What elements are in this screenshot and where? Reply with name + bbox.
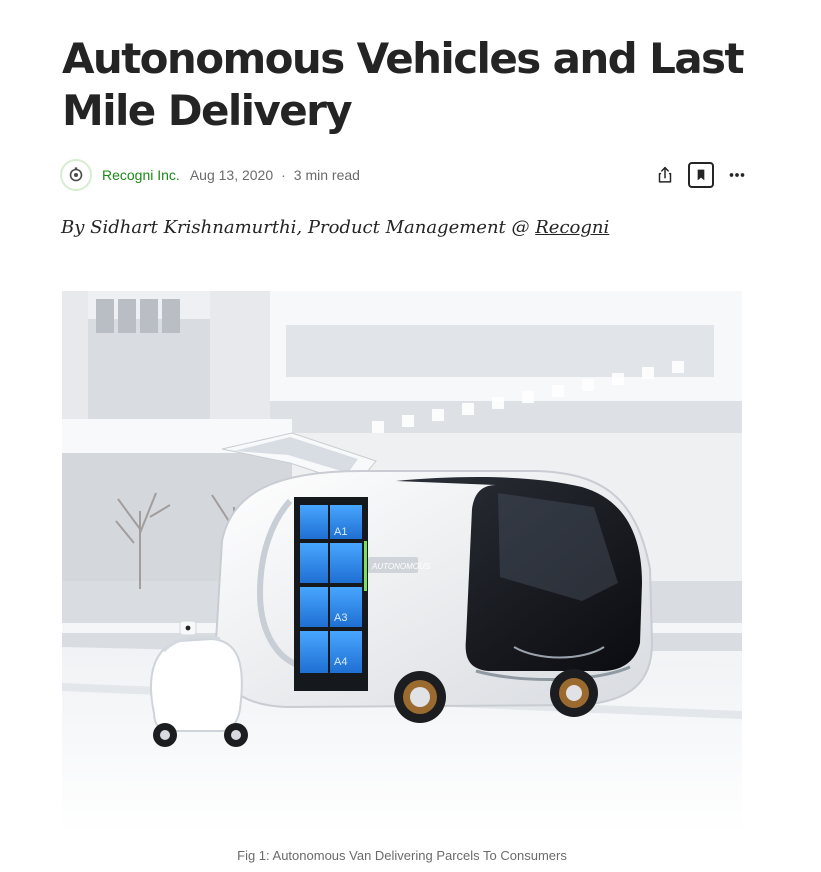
meta-separator: · bbox=[281, 167, 286, 183]
autonomous-delivery-illustration: A1 A3 A4 AUTONOMOUS bbox=[62, 291, 742, 835]
publication-avatar[interactable] bbox=[60, 159, 92, 191]
publish-date: Aug 13, 2020 bbox=[189, 167, 274, 183]
recogni-link[interactable]: Recogni bbox=[535, 217, 609, 238]
hero-image: A1 A3 A4 AUTONOMOUS bbox=[62, 291, 742, 835]
recogni-logo-icon bbox=[69, 167, 83, 182]
article-page: Autonomous Vehicles and Last Mile Delive… bbox=[0, 0, 821, 872]
locker-a1-label: A1 bbox=[334, 526, 347, 538]
figure-caption: Fig 1: Autonomous Van Delivering Parcels… bbox=[237, 848, 567, 863]
share-icon bbox=[658, 166, 672, 183]
more-icon bbox=[729, 173, 745, 177]
article-actions bbox=[654, 162, 748, 188]
bookmark-icon bbox=[697, 169, 705, 181]
van-badge-text: AUTONOMOUS bbox=[371, 562, 431, 571]
article-title: Autonomous Vehicles and Last Mile Delive… bbox=[62, 34, 745, 135]
locker-a4-label: A4 bbox=[334, 656, 347, 668]
more-options-button[interactable] bbox=[726, 164, 748, 186]
publication-name[interactable]: Recogni Inc. bbox=[102, 167, 180, 183]
bookmark-button[interactable] bbox=[688, 162, 714, 188]
byline-prefix: By Sidhart Krishnamurthi, Product Manage… bbox=[61, 217, 536, 238]
article-byline: By Sidhart Krishnamurthi, Product Manage… bbox=[61, 214, 609, 242]
share-button[interactable] bbox=[654, 164, 676, 186]
read-time: 3 min read bbox=[293, 167, 360, 183]
article-meta: Recogni Inc. Aug 13, 2020 · 3 min read bbox=[60, 157, 750, 193]
locker-a3-label: A3 bbox=[334, 612, 347, 624]
